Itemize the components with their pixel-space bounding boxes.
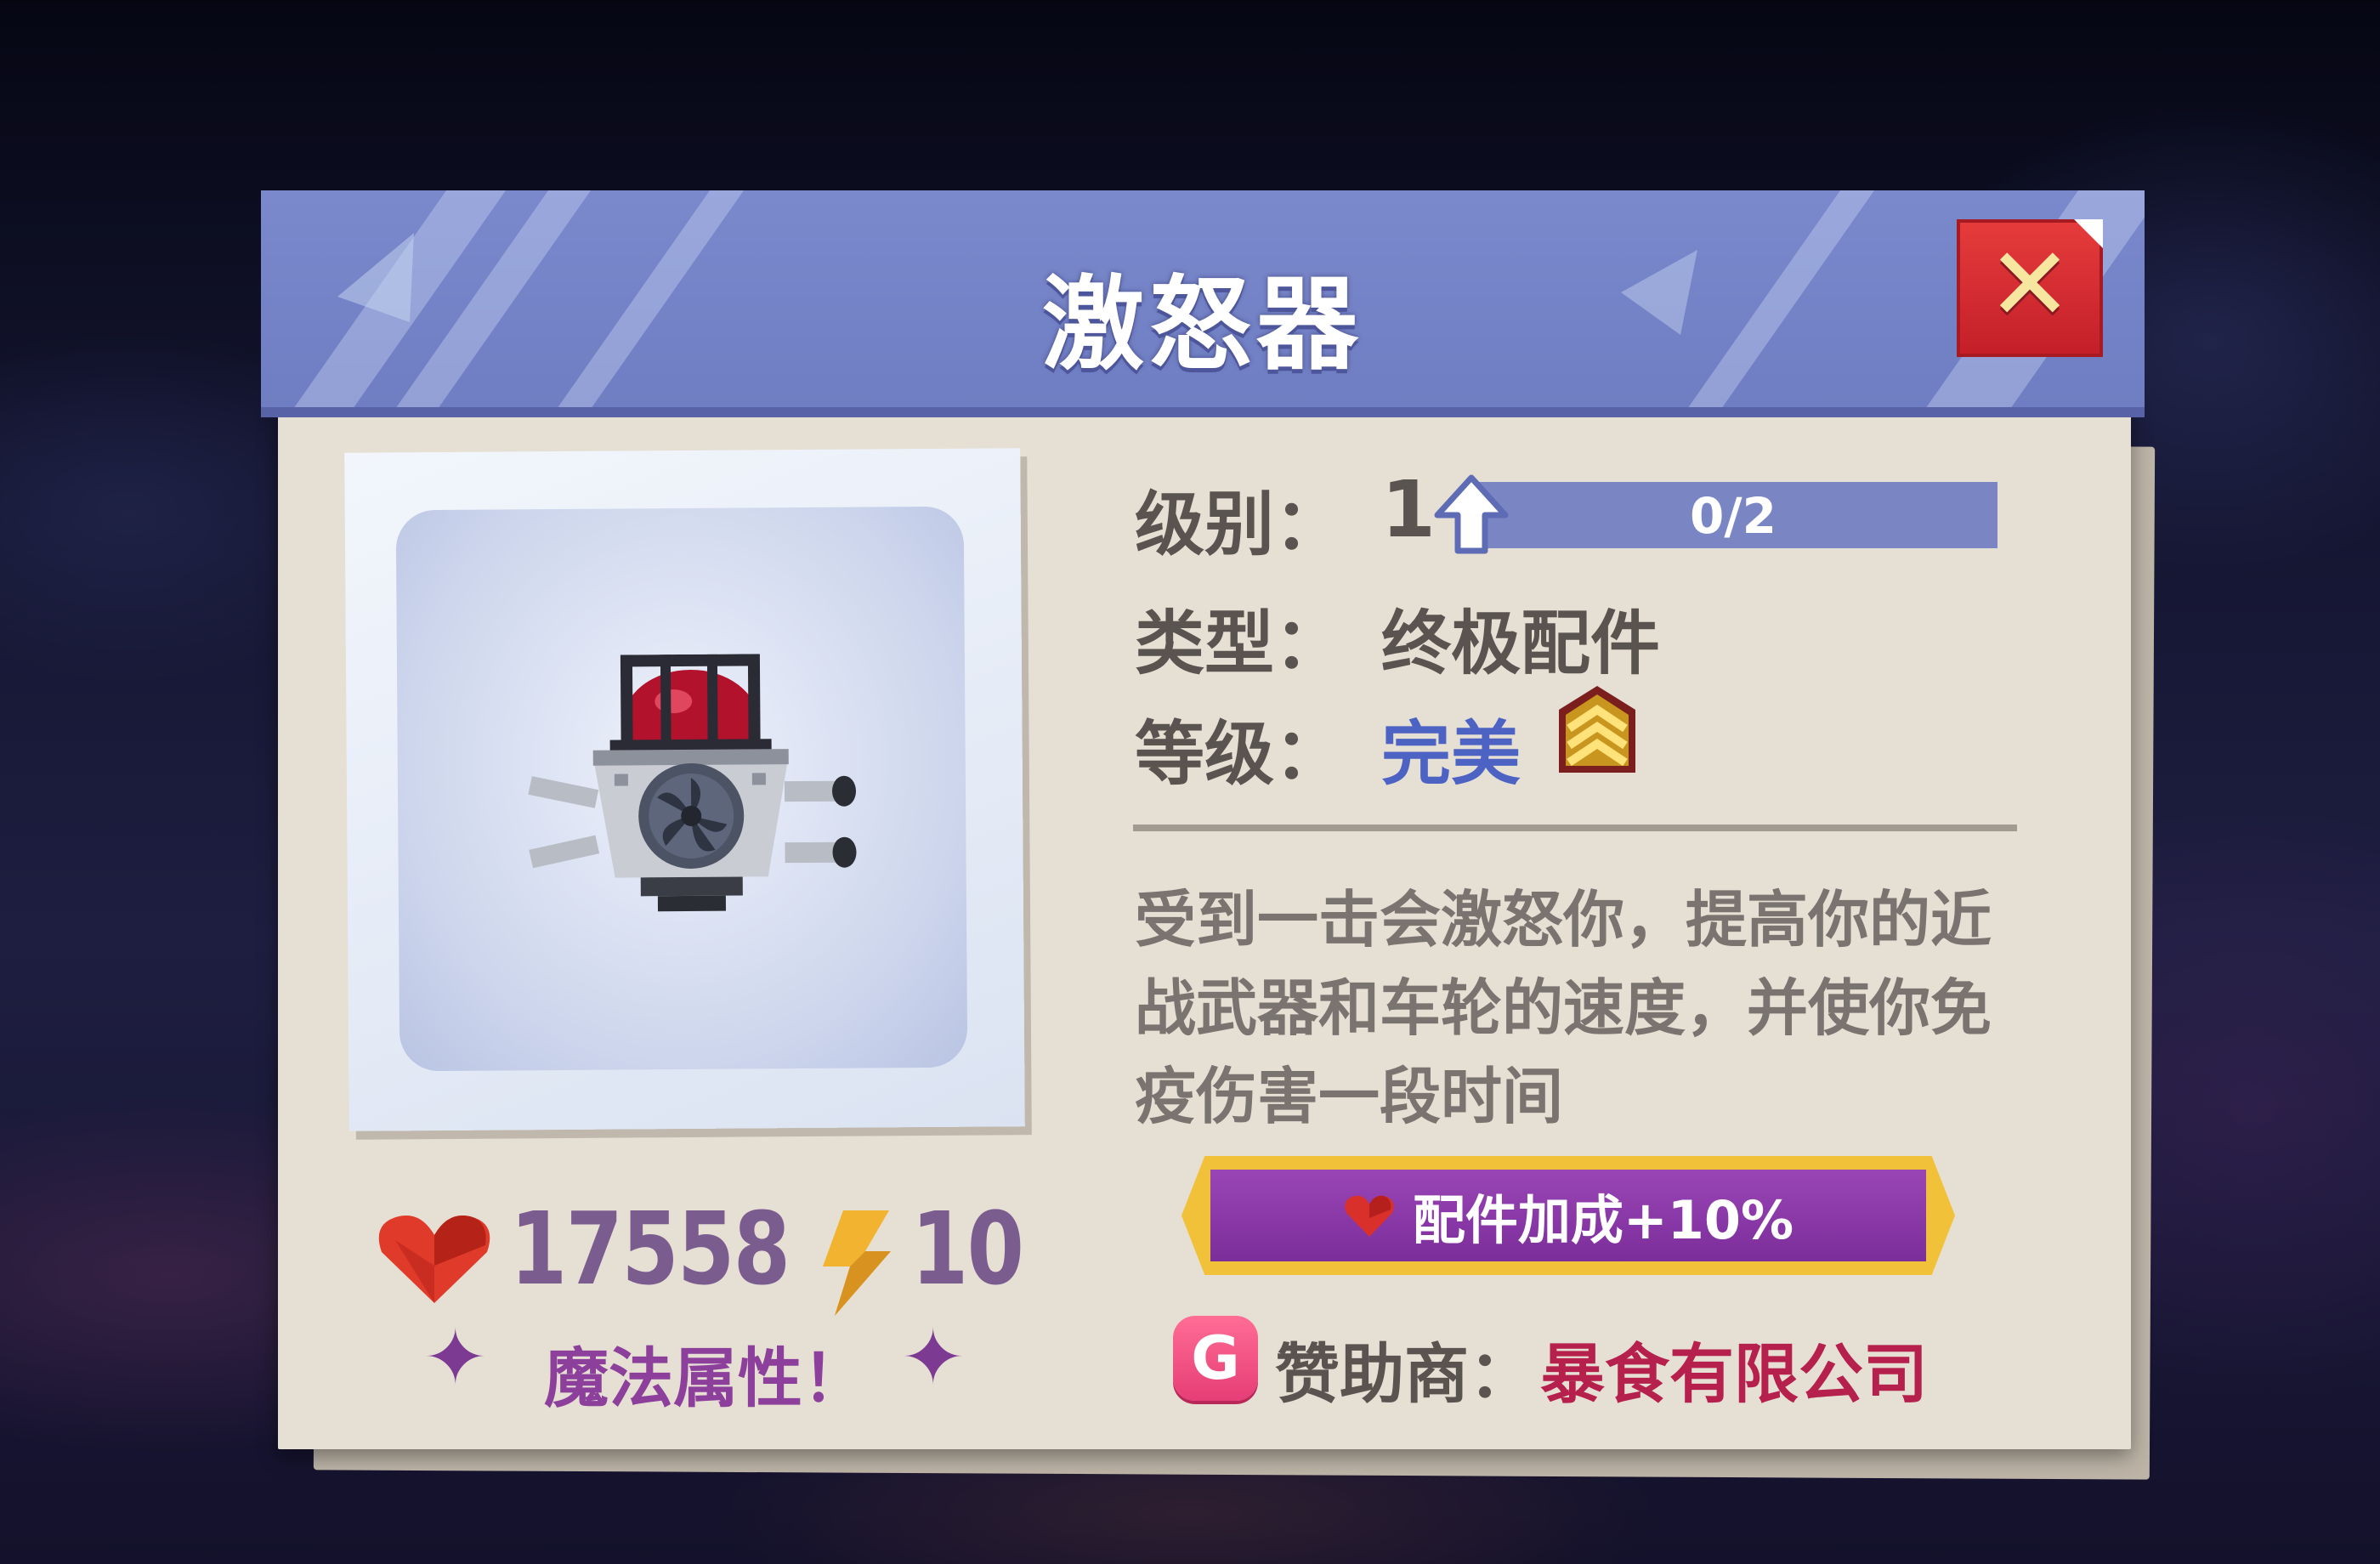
grade-label: 等级： xyxy=(1135,714,1345,795)
sponsor-label: 赞助商： xyxy=(1275,1336,1533,1412)
health-value: 17558 xyxy=(510,1190,790,1307)
level-progress-text: 0/2 xyxy=(1690,487,1776,545)
grade-value: 完美 xyxy=(1381,714,1522,795)
section-divider xyxy=(1133,824,2017,831)
upgrade-arrow-icon[interactable] xyxy=(1432,473,1510,556)
close-icon: ✕ xyxy=(1986,226,2073,344)
heart-icon xyxy=(1345,1195,1394,1237)
dialog-header: 激怒器 xyxy=(261,190,2145,417)
magic-attribute-text: 魔法属性！ xyxy=(544,1340,867,1416)
heart-icon xyxy=(378,1215,490,1303)
sparkle-icon: ✦ xyxy=(901,1313,966,1402)
level-value: 1 xyxy=(1381,464,1436,555)
component-bonus-text: 配件加成+10% xyxy=(1412,1189,1794,1251)
type-value: 终极配件 xyxy=(1381,604,1661,684)
energy-value: 10 xyxy=(911,1190,1024,1307)
rank-chevron-icon xyxy=(1559,686,1635,773)
close-button[interactable]: ✕ xyxy=(1957,219,2103,357)
type-label: 类型： xyxy=(1135,604,1345,684)
sponsor-logo-icon: G xyxy=(1173,1316,1258,1401)
item-description: 受到一击会激怒你，提高你的近战武器和车轮的速度，并使你免疫伤害一段时间 xyxy=(1135,884,1992,1132)
sponsor-name: 暴食有限公司 xyxy=(1540,1336,1928,1412)
component-bonus-banner: 配件加成+10% xyxy=(1182,1156,1955,1275)
enrager-device-icon xyxy=(528,654,857,912)
item-image-card xyxy=(344,448,1025,1131)
lightning-icon xyxy=(823,1210,891,1316)
sparkle-icon: ✦ xyxy=(423,1313,488,1402)
level-progress-bar: 0/2 xyxy=(1469,482,1998,548)
level-label: 级别： xyxy=(1135,484,1345,565)
dialog-title: 激怒器 xyxy=(1042,266,1363,384)
